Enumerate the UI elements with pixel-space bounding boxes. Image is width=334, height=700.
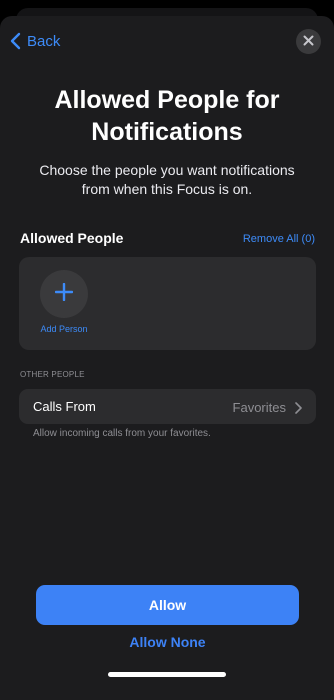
back-label: Back (27, 32, 61, 50)
allow-none-button[interactable]: Allow None (36, 634, 299, 650)
chevron-right-icon (295, 401, 302, 419)
page-subtitle: Choose the people you want notifications… (30, 161, 304, 199)
back-button[interactable]: Back (10, 30, 60, 52)
page-subtitle-line2: from when this Focus is on. (81, 181, 253, 197)
add-person-label[interactable]: Add Person (29, 324, 99, 334)
plus-icon (54, 282, 74, 306)
allowed-people-list: Add Person (19, 257, 316, 350)
page-title-line2: Notifications (91, 118, 243, 146)
calls-from-value: Favorites (232, 400, 286, 415)
other-people-header: OTHER PEOPLE (20, 370, 85, 379)
calls-from-footer: Allow incoming calls from your favorites… (33, 428, 211, 439)
close-button[interactable] (296, 29, 321, 54)
close-icon (303, 33, 314, 51)
chevron-left-icon (10, 32, 21, 50)
calls-from-row[interactable]: Calls From Favorites (19, 389, 316, 424)
allowed-people-title: Allowed People (20, 230, 124, 246)
home-indicator (108, 672, 226, 677)
calls-from-label: Calls From (33, 399, 96, 414)
page-title: Allowed People for Notifications (20, 84, 314, 148)
remove-all-button[interactable]: Remove All (0) (243, 233, 315, 245)
allow-button[interactable]: Allow (36, 585, 299, 625)
page-subtitle-line1: Choose the people you want notifications (39, 162, 295, 178)
add-person-button[interactable] (40, 270, 88, 318)
page-title-line1: Allowed People for (54, 86, 280, 114)
